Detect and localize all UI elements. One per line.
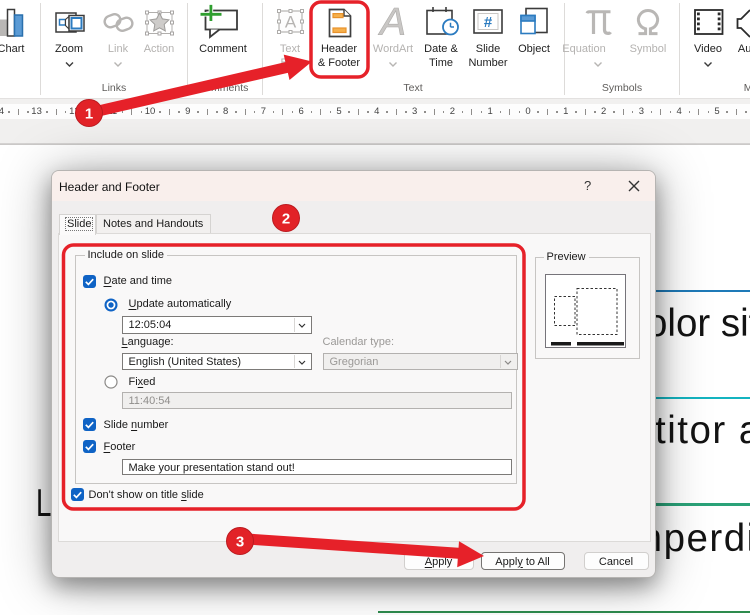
svg-text:A: A (378, 1, 406, 44)
svg-text:A: A (285, 13, 297, 32)
svg-text:#: # (484, 14, 493, 31)
